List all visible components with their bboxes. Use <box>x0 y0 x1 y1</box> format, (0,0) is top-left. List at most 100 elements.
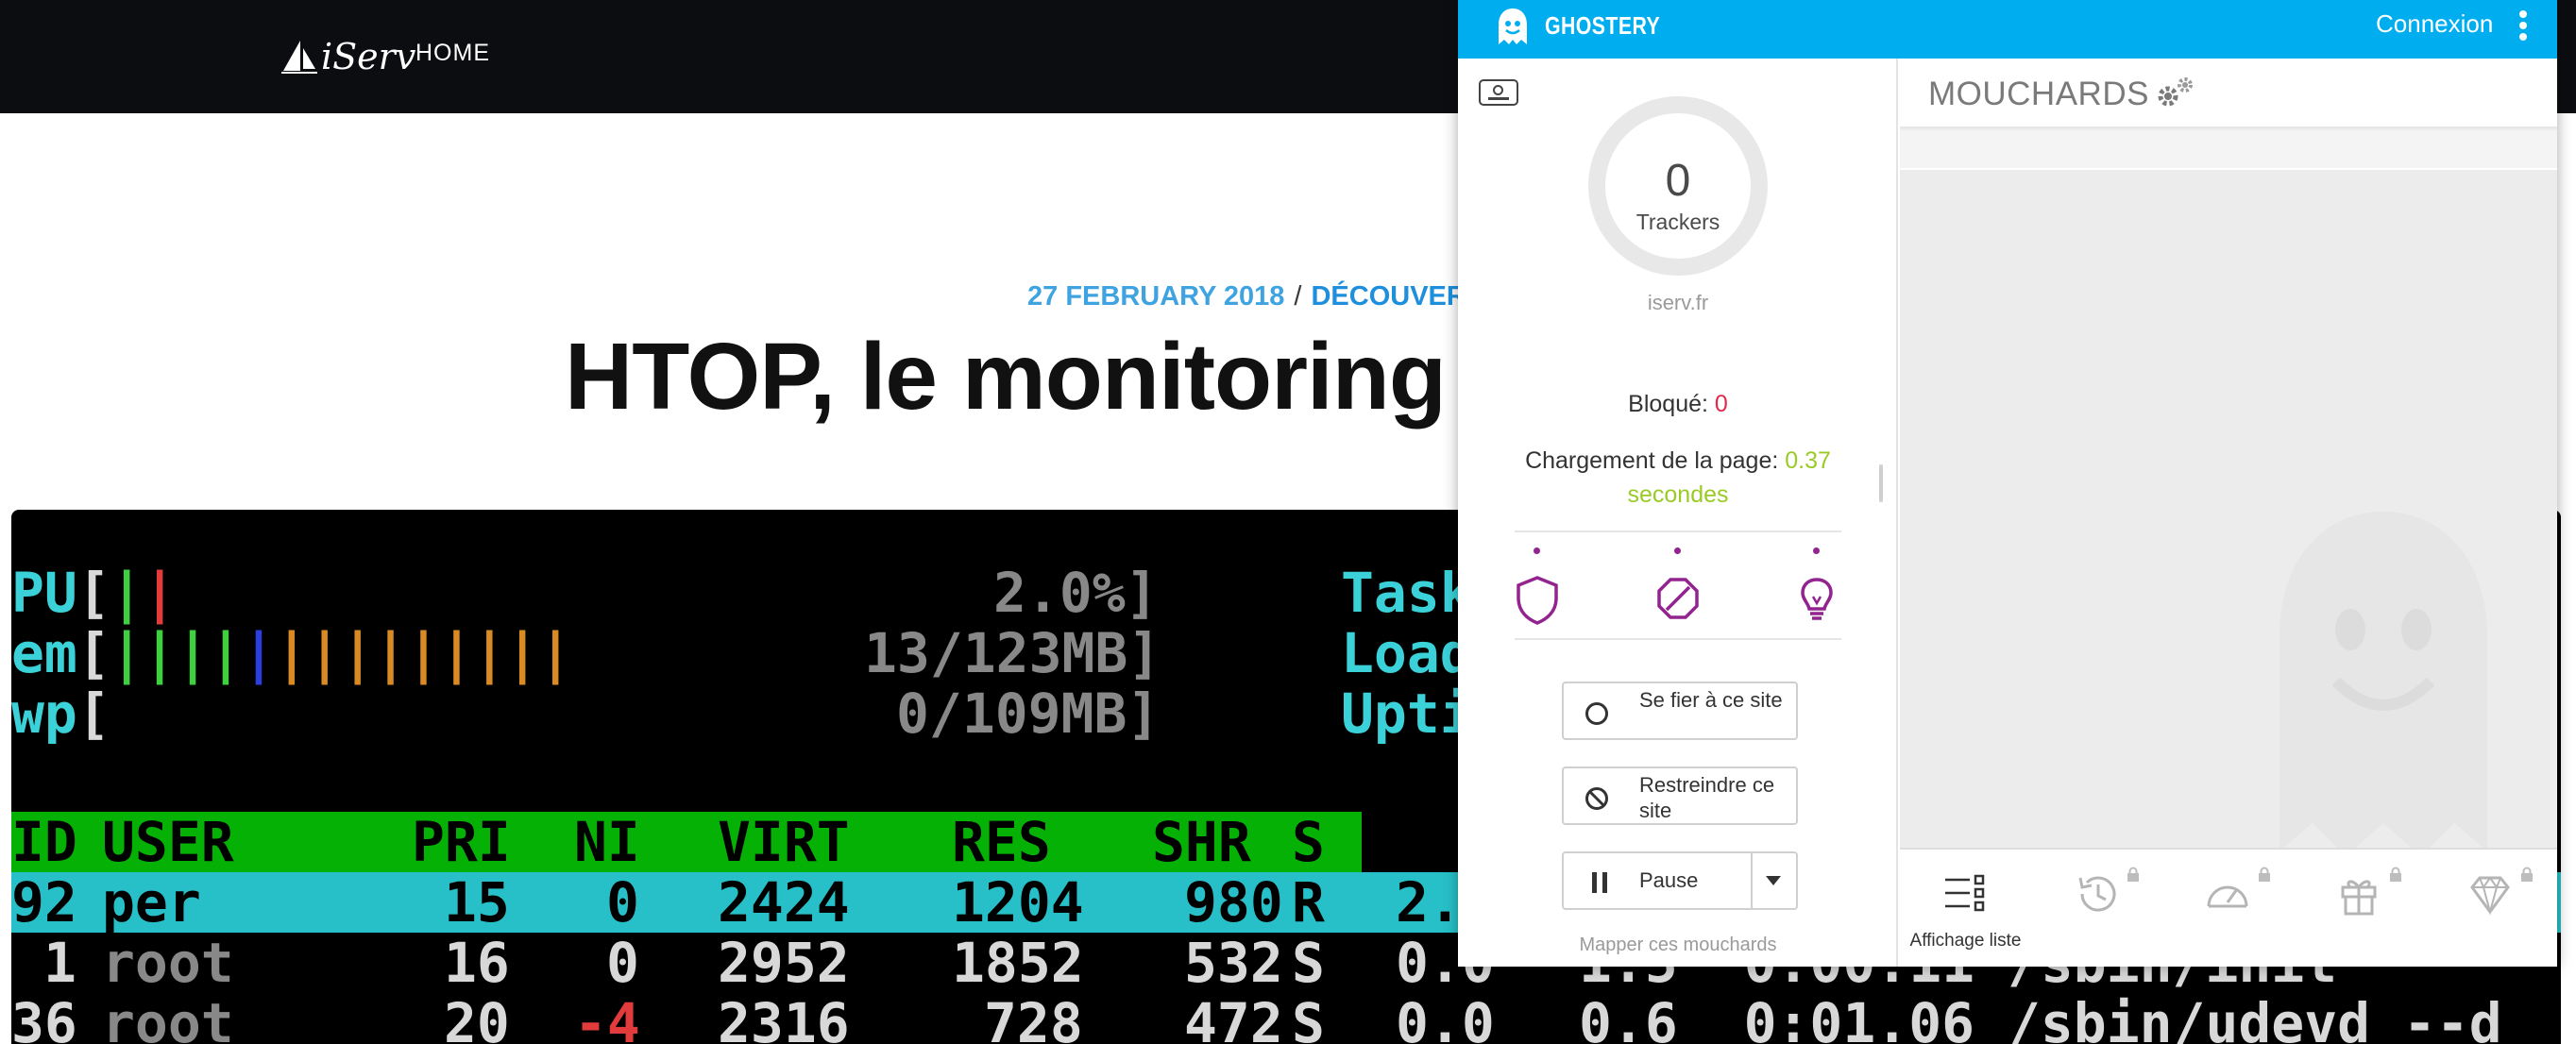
ghostery-header: GHOSTERY Connexion <box>1458 0 2557 59</box>
process-row-virt: 2424 <box>718 870 850 935</box>
page-load-label: Chargement de la page: <box>1525 447 1779 474</box>
col-virt: VIRT <box>718 810 850 874</box>
process-row-user: root <box>102 991 234 1044</box>
tab-premium[interactable] <box>2425 850 2556 967</box>
lock-icon <box>2390 867 2401 882</box>
blocked-value: 0 <box>1714 391 1728 417</box>
enhanced-ad-blocking-toggle[interactable] <box>1650 546 1706 631</box>
page-load-stat: Chargement de la page: 0.37 secondes <box>1505 444 1851 512</box>
process-row-pri: 15 <box>444 870 510 935</box>
post-category-link[interactable]: DÉCOUVER <box>1311 281 1466 312</box>
process-row-virt: 2952 <box>718 931 850 995</box>
tab-rewards[interactable] <box>2294 850 2425 967</box>
trackers-header: MOUCHARDS <box>1900 59 2557 128</box>
post-meta: 27 FEBRUARY 2018 / DÉCOUVER <box>1027 281 1466 312</box>
lightbulb-icon <box>1801 578 1833 620</box>
circle-icon <box>1585 702 1608 725</box>
lock-icon <box>2521 867 2533 882</box>
summary-pane: 0 Trackers iserv.fr Bloqué: 0 Chargement… <box>1458 59 1898 967</box>
col-shr: SHR <box>1152 810 1251 874</box>
chevron-down-icon[interactable] <box>1766 876 1781 885</box>
pause-label: Pause <box>1639 868 1699 892</box>
enhanced-anti-tracking-toggle[interactable] <box>1509 546 1566 631</box>
process-row-cpu: 2. <box>1396 870 1462 935</box>
cpu-value: 2.0%] <box>993 561 1159 625</box>
trackers-subheader <box>1900 130 2557 170</box>
swp-label: wp <box>11 682 77 746</box>
restrict-site-label: Restreindre ce site <box>1639 773 1775 822</box>
pause-icon <box>1590 872 1609 893</box>
site-logo-text: iServ <box>321 36 416 77</box>
site-domain: iserv.fr <box>1647 291 1709 314</box>
sailboat-icon <box>281 41 317 74</box>
gift-icon <box>2341 880 2377 916</box>
trackers-pane: MOUCHARDS Affichage liste <box>1900 59 2557 967</box>
process-row-pri: 16 <box>444 931 510 995</box>
page-load-value: 0.37 <box>1785 447 1831 474</box>
process-row-pid: 1 <box>43 931 76 995</box>
divider <box>1515 530 1841 532</box>
ghostery-panel: GHOSTERY Connexion 0 Trackers iserv.fr B… <box>1458 0 2557 967</box>
process-row-ni: 0 <box>606 931 639 995</box>
tracker-donut: 0 Trackers <box>1588 96 1768 276</box>
trust-site-button[interactable]: Se fier à ce site <box>1562 682 1798 740</box>
process-row-pid: 92 <box>11 870 77 935</box>
map-trackers-link[interactable]: Mapper ces mouchards <box>1458 935 1898 956</box>
process-row-tail: 0.6 0:01.06 /sbin/udevd --d <box>1579 991 2502 1044</box>
cpu-label: PU <box>11 561 77 625</box>
col-ni: NI <box>574 810 640 874</box>
ad-block-icon <box>1657 578 1699 619</box>
background-ghost-icon <box>2279 512 2487 856</box>
process-row-shr: 472 <box>1184 991 1283 1044</box>
list-view-icon <box>1945 874 1985 912</box>
process-row-ni: -4 <box>574 991 640 1044</box>
tab-performance[interactable] <box>2162 850 2294 967</box>
page-load-unit: secondes <box>1627 481 1729 508</box>
process-row-res: 1852 <box>952 931 1084 995</box>
summary-scrollbar[interactable] <box>1879 464 1883 502</box>
nav-home-link[interactable]: HOME <box>415 40 490 67</box>
restrict-site-button[interactable]: Restreindre ce site <box>1562 766 1798 825</box>
post-title: HTOP, le monitoring <box>565 324 1447 429</box>
col-pri: PRI <box>412 810 511 874</box>
site-logo[interactable]: iServ <box>280 34 415 79</box>
mem-meter: em[|||||||||||||| <box>11 621 572 685</box>
mem-value: 13/123MB] <box>864 621 1161 685</box>
process-row-user: root <box>102 931 234 995</box>
uptime-label: Upti <box>1341 682 1473 746</box>
blocked-label: Bloqué: <box>1628 391 1708 417</box>
tab-history[interactable] <box>2031 850 2162 967</box>
speedometer-icon <box>2207 885 2248 908</box>
lock-icon <box>2259 867 2270 882</box>
process-row-shr: 532 <box>1184 931 1283 995</box>
post-meta-separator: / <box>1294 281 1302 312</box>
tracker-count: 0 <box>1665 156 1691 206</box>
shield-icon <box>1517 576 1558 625</box>
smart-blocking-toggle[interactable] <box>1788 546 1845 631</box>
view-tabs: Affichage liste <box>1900 848 2557 967</box>
process-row-virt: 2316 <box>718 991 850 1044</box>
settings-gears-icon[interactable] <box>2155 76 2196 109</box>
tasks-label: Task <box>1341 561 1473 625</box>
login-link[interactable]: Connexion <box>2376 9 2493 39</box>
tab-list-view[interactable]: Affichage liste <box>1900 850 2031 967</box>
process-row-state: R <box>1292 870 1325 935</box>
load-label: Load <box>1341 621 1473 685</box>
mem-label: em <box>11 621 77 685</box>
col-pid: ID <box>11 810 77 874</box>
block-icon <box>1585 787 1608 810</box>
process-row-pri: 20 <box>444 991 510 1044</box>
process-row-ni: 0 <box>606 870 639 935</box>
pause-button[interactable]: Pause <box>1562 851 1798 910</box>
col-cpu: CPU <box>1364 810 1463 874</box>
col-s: S <box>1292 810 1325 874</box>
more-menu-icon[interactable] <box>2516 8 2531 49</box>
process-row-state: S <box>1292 931 1325 995</box>
divider <box>1515 638 1841 640</box>
swp-meter: wp[ <box>11 682 110 746</box>
lock-icon <box>2127 867 2139 882</box>
account-card-icon[interactable] <box>1479 79 1518 106</box>
process-row-shr: 980 <box>1184 870 1283 935</box>
process-row-pid: 36 <box>11 991 77 1044</box>
process-row-state: S <box>1292 991 1325 1044</box>
